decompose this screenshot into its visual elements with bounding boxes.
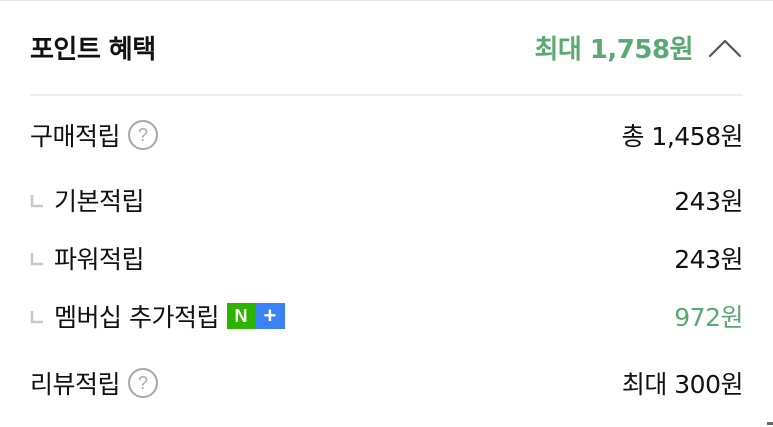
section-title: 포인트 혜택: [30, 35, 156, 65]
review-points-row: 리뷰적립 ? 최대 300원: [30, 363, 744, 403]
power-points-value: 243원: [674, 245, 743, 274]
basic-points-row: 기본적립 243원: [30, 180, 743, 220]
scroll-edge-marker: [767, 422, 773, 425]
sub-item-corner-icon: [30, 253, 43, 266]
naver-n-icon: N: [226, 303, 255, 329]
naver-plus-membership-badge: N +: [226, 303, 285, 329]
review-help-icon[interactable]: ?: [128, 368, 159, 398]
point-benefit-panel: 포인트 혜택 최대 1,758원 구매적립 ? 총 1,458원 기본적립 24…: [0, 0, 773, 427]
review-points-label: 리뷰적립: [30, 370, 121, 399]
purchase-points-value: 총 1,458원: [621, 122, 743, 151]
review-points-value: 최대 300원: [621, 370, 744, 399]
membership-points-label: 멤버십 추가적립: [54, 303, 219, 332]
plus-icon: +: [254, 303, 285, 329]
collapse-toggle[interactable]: 최대 1,758원: [534, 29, 743, 66]
purchase-help-icon[interactable]: ?: [128, 120, 159, 150]
chevron-up-icon: [708, 39, 742, 57]
power-points-label: 파워적립: [54, 245, 145, 274]
membership-points-value: 972원: [674, 303, 743, 332]
basic-points-value: 243원: [674, 187, 743, 216]
purchase-points-row: 구매적립 ? 총 1,458원: [30, 115, 743, 155]
point-benefit-header[interactable]: 포인트 혜택 최대 1,758원: [30, 1, 743, 96]
membership-points-row: 멤버십 추가적립 N + 972원: [30, 296, 743, 336]
sub-item-corner-icon: [30, 311, 43, 324]
power-points-row: 파워적립 243원: [30, 238, 743, 278]
sub-item-corner-icon: [30, 195, 43, 208]
basic-points-label: 기본적립: [54, 187, 145, 216]
purchase-points-label: 구매적립: [30, 122, 121, 151]
max-points-label: 최대 1,758원: [534, 35, 693, 65]
